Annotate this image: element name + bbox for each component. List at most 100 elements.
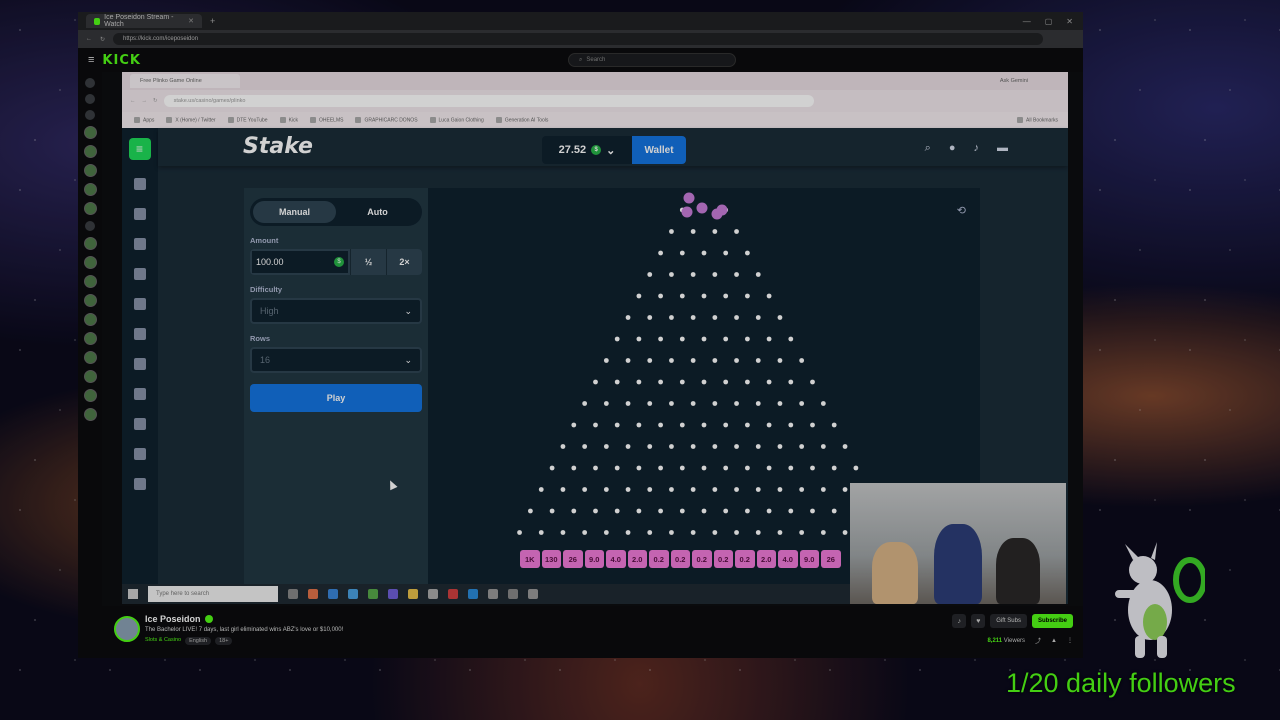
folder-icon bbox=[408, 589, 418, 599]
chevron-down-icon: ⌄ bbox=[404, 305, 412, 316]
recommended-channel-avatar[interactable] bbox=[83, 389, 97, 402]
peg bbox=[745, 293, 750, 299]
back-icon[interactable]: ← bbox=[86, 36, 92, 42]
inner-forward-icon: → bbox=[141, 98, 148, 104]
peg bbox=[679, 336, 685, 342]
maximize-icon[interactable]: ▢ bbox=[1045, 17, 1053, 26]
peg bbox=[647, 272, 653, 277]
tag[interactable]: English bbox=[185, 637, 212, 645]
viewer-count: 8,211 bbox=[987, 637, 1003, 644]
reload-icon[interactable]: ↻ bbox=[100, 36, 105, 43]
clip-icon[interactable]: ▲ bbox=[1051, 638, 1057, 644]
tab-manual: Manual bbox=[253, 201, 336, 223]
peg bbox=[842, 444, 848, 449]
followed-channel-avatar[interactable] bbox=[83, 202, 97, 215]
recommended-channel-avatar[interactable] bbox=[83, 275, 97, 288]
peg bbox=[799, 444, 805, 449]
peg bbox=[745, 379, 750, 385]
peg bbox=[820, 530, 826, 535]
peg bbox=[582, 530, 588, 535]
followed-channel-avatar[interactable] bbox=[83, 183, 97, 196]
browse-icon[interactable] bbox=[85, 94, 95, 104]
peg bbox=[636, 422, 642, 428]
bookmark: GRAPHICARC DONOS bbox=[355, 117, 417, 123]
kick-sidebar bbox=[78, 72, 102, 658]
share-icon[interactable]: ⤴ bbox=[1035, 636, 1041, 645]
recommended-channel-avatar[interactable] bbox=[83, 332, 97, 345]
coin-icon: $ bbox=[591, 145, 602, 155]
streamer-avatar[interactable] bbox=[114, 616, 140, 642]
peg bbox=[625, 487, 631, 492]
user-icon: ● bbox=[948, 142, 956, 154]
peg bbox=[571, 508, 577, 514]
new-tab-icon[interactable]: + bbox=[210, 16, 215, 26]
multiplier-slot: 9.0 bbox=[799, 550, 819, 568]
recommended-channel-avatar[interactable] bbox=[83, 408, 97, 421]
rows-select: 16 ⌄ bbox=[250, 347, 422, 373]
more-icon[interactable]: ⋮ bbox=[1067, 637, 1073, 644]
menu-icon[interactable]: ≡ bbox=[88, 54, 94, 66]
followed-channel-avatar[interactable] bbox=[83, 126, 97, 139]
subscribe-button[interactable]: Subscribe bbox=[1031, 614, 1073, 628]
recommended-channel-avatar[interactable] bbox=[83, 237, 97, 250]
peg bbox=[712, 358, 718, 363]
peg bbox=[723, 379, 729, 385]
recommended-channel-avatar[interactable] bbox=[83, 313, 97, 326]
recommended-channel-avatar[interactable] bbox=[83, 370, 97, 383]
following-icon[interactable] bbox=[85, 110, 95, 120]
inner-back-icon: ← bbox=[130, 98, 136, 104]
recommended-channel-avatar[interactable] bbox=[83, 351, 97, 364]
amount-label: Amount bbox=[250, 236, 279, 245]
recommended-channel-avatar[interactable] bbox=[83, 256, 97, 269]
peg bbox=[679, 508, 685, 514]
kick-logo[interactable]: KICK bbox=[102, 53, 141, 68]
peg bbox=[690, 530, 696, 535]
url-field[interactable]: https://kick.com/iceposeidon bbox=[113, 33, 1044, 45]
peg bbox=[603, 444, 609, 449]
peg bbox=[549, 508, 555, 514]
follow-heart-icon[interactable]: ♥ bbox=[971, 614, 986, 628]
table-games-icon bbox=[134, 478, 146, 490]
category-link[interactable]: Slots & Casino bbox=[145, 637, 181, 645]
person bbox=[996, 538, 1040, 604]
peg bbox=[690, 315, 696, 320]
peg bbox=[712, 315, 718, 320]
peg bbox=[734, 229, 739, 234]
bookmark: OHEELMS bbox=[310, 117, 343, 123]
followed-channel-avatar[interactable] bbox=[83, 164, 97, 177]
peg bbox=[734, 530, 739, 535]
close-tab-icon[interactable]: ✕ bbox=[188, 17, 194, 25]
tag[interactable]: 18+ bbox=[215, 637, 233, 645]
chrome-icon bbox=[368, 589, 378, 599]
minimize-icon[interactable]: — bbox=[1023, 17, 1031, 26]
followed-channel-avatar[interactable] bbox=[83, 145, 97, 158]
peg bbox=[831, 465, 837, 471]
streamer-name[interactable]: Ice Poseidon bbox=[145, 614, 201, 624]
inner-tab: Free Plinko Game Online bbox=[130, 74, 240, 88]
kick-search-input[interactable]: ⌕ Search bbox=[568, 53, 736, 67]
multiplier-slot: 26 bbox=[563, 550, 583, 568]
peg bbox=[690, 401, 696, 406]
vscode-icon bbox=[468, 589, 478, 599]
gift-subs-button[interactable]: Gift Subs bbox=[990, 614, 1027, 628]
peg bbox=[734, 272, 739, 277]
chevron-down-icon: ⌄ bbox=[606, 144, 616, 157]
chevron-down-icon: ⌄ bbox=[404, 354, 412, 365]
peg bbox=[549, 465, 555, 471]
peg bbox=[658, 250, 663, 256]
amount-input: 100.00 $ bbox=[250, 249, 350, 275]
peg bbox=[766, 422, 772, 428]
peg bbox=[766, 465, 772, 471]
home-icon[interactable] bbox=[85, 78, 95, 88]
notification-bell-icon[interactable]: ♪ bbox=[952, 614, 967, 628]
peg bbox=[593, 465, 598, 471]
coin-icon: $ bbox=[334, 257, 344, 267]
rows-value: 16 bbox=[260, 355, 271, 365]
multiplier-slot: 26 bbox=[821, 550, 841, 568]
recommended-channel-avatar[interactable] bbox=[83, 294, 97, 307]
browser-tab[interactable]: Ice Poseidon Stream - Watch ✕ bbox=[86, 14, 202, 28]
plinko-ball bbox=[696, 202, 708, 214]
close-window-icon[interactable]: ✕ bbox=[1066, 17, 1073, 26]
stake-logo: Stake bbox=[243, 134, 313, 159]
tab-auto: Auto bbox=[367, 207, 388, 217]
